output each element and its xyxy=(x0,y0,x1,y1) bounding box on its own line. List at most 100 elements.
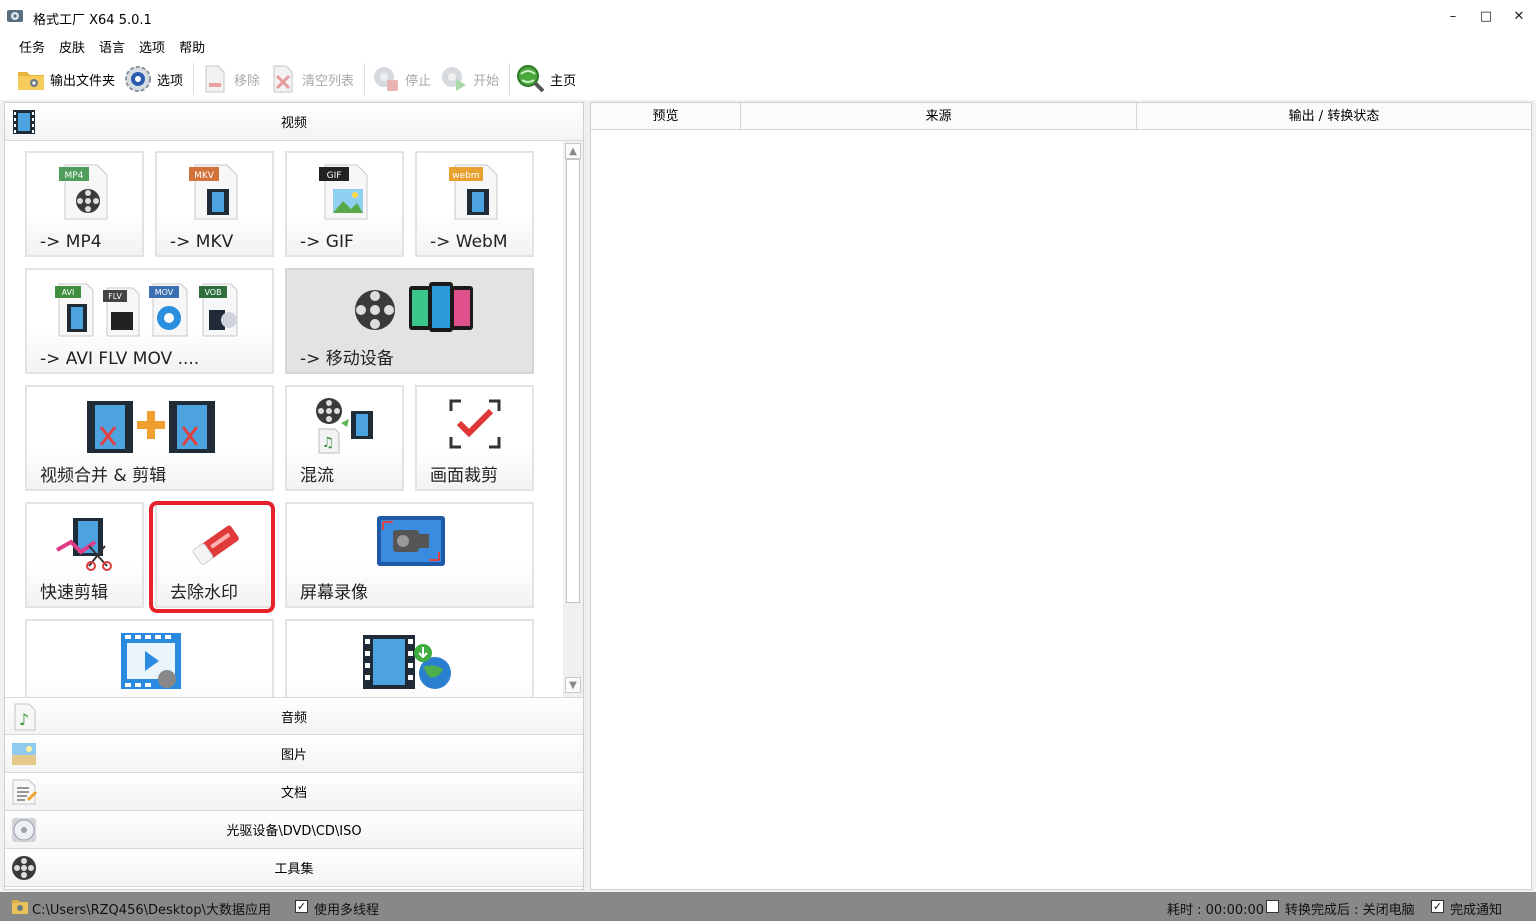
tile-quick-clip[interactable]: 快速剪辑 xyxy=(25,502,144,608)
stop-button[interactable]: 停止 xyxy=(369,61,437,97)
toolbar-separator xyxy=(193,63,195,95)
quick-clip-icon xyxy=(56,518,112,571)
video-download-icon xyxy=(363,635,451,689)
remove-doc-icon xyxy=(200,64,230,94)
remove-button[interactable]: 移除 xyxy=(198,61,266,97)
tile-crop[interactable]: 画面裁剪 xyxy=(415,385,534,491)
screen-record-icon xyxy=(377,516,445,566)
category-video-header[interactable]: 视频 xyxy=(5,103,583,141)
disc-icon xyxy=(12,818,36,842)
category-tools-header[interactable]: 工具集 xyxy=(5,849,583,887)
highlight-annotation xyxy=(149,501,275,613)
menu-bar: 任务 皮肤 语言 选项 帮助 xyxy=(0,34,1536,58)
tile-webm[interactable]: webm -> WebM xyxy=(415,151,534,257)
mobile-device-icon xyxy=(355,282,473,332)
menu-skin[interactable]: 皮肤 xyxy=(52,34,92,58)
scroll-thumb[interactable] xyxy=(566,159,580,603)
tile-gif[interactable]: GIF -> GIF xyxy=(285,151,404,257)
mux-icon: ♫ xyxy=(316,398,373,454)
category-document-label: 文档 xyxy=(280,786,307,801)
gear-icon xyxy=(123,64,153,94)
home-button[interactable]: 主页 xyxy=(514,61,582,97)
remove-label: 移除 xyxy=(234,73,261,89)
menu-options[interactable]: 选项 xyxy=(132,34,172,58)
tile-mobile-label: -> 移动设备 xyxy=(300,349,394,369)
category-disc-header[interactable]: 光驱设备\DVD\CD\ISO xyxy=(5,811,583,849)
maximize-button[interactable]: □ xyxy=(1471,6,1501,28)
tile-mobile-device[interactable]: -> 移动设备 xyxy=(285,268,534,374)
start-button[interactable]: 开始 xyxy=(437,61,505,97)
notify-label: 完成通知 xyxy=(1450,903,1503,918)
picture-icon xyxy=(12,743,36,765)
title-bar: 格式工厂 X64 5.0.1 – □ ✕ xyxy=(0,0,1536,34)
mp4-file-icon: MP4 xyxy=(59,164,108,220)
category-document-header[interactable]: 文档 xyxy=(5,773,583,811)
minimize-button[interactable]: – xyxy=(1438,6,1468,28)
start-label: 开始 xyxy=(473,73,500,89)
tools-reel-icon xyxy=(12,856,36,880)
category-image-header[interactable]: 图片 xyxy=(5,735,583,773)
mkv-file-icon: MKV xyxy=(189,164,238,220)
tools-scrollbar[interactable]: ▲ ▼ xyxy=(563,141,583,697)
app-icon xyxy=(7,10,23,22)
vob-badge-text: VOB xyxy=(204,288,221,297)
toolbar-separator xyxy=(364,63,366,95)
tile-mux[interactable]: ♫ 混流 xyxy=(285,385,404,491)
tile-crop-label: 画面裁剪 xyxy=(430,466,498,486)
tile-video-player[interactable] xyxy=(25,619,274,697)
scroll-down-arrow-icon[interactable]: ▼ xyxy=(565,677,581,693)
tile-merge-label: 视频合并 & 剪辑 xyxy=(40,466,167,486)
gif-file-icon: GIF xyxy=(319,164,368,220)
video-play-icon xyxy=(121,633,181,689)
after-done-label: 转换完成后 : 关闭电脑 xyxy=(1285,903,1415,918)
toolbar: 输出文件夹 选项 移除 清空列表 停止 开始 主页 xyxy=(0,58,1536,100)
menu-language[interactable]: 语言 xyxy=(92,34,132,58)
tile-merge-clip[interactable]: 视频合并 & 剪辑 xyxy=(25,385,274,491)
webm-badge-text: webm xyxy=(452,171,479,181)
tile-record-label: 屏幕录像 xyxy=(300,583,368,603)
globe-search-icon xyxy=(516,64,546,94)
music-file-icon: ♪ xyxy=(14,703,36,731)
folder-icon xyxy=(16,64,46,94)
clear-list-button[interactable]: 清空列表 xyxy=(266,61,360,97)
multithread-checkbox[interactable]: ✓ xyxy=(295,900,308,913)
task-list-panel[interactable]: 预览 来源 输出 / 转换状态 xyxy=(590,102,1532,890)
toolbar-separator xyxy=(509,63,511,95)
close-button[interactable]: ✕ xyxy=(1504,6,1534,28)
tile-screen-record[interactable]: 屏幕录像 xyxy=(285,502,534,608)
clear-list-label: 清空列表 xyxy=(302,73,355,89)
folder-small-icon xyxy=(12,900,28,914)
menu-help[interactable]: 帮助 xyxy=(172,34,212,58)
tile-mkv[interactable]: MKV -> MKV xyxy=(155,151,274,257)
tile-mp4[interactable]: MP4 -> MP4 xyxy=(25,151,144,257)
flv-badge-text: FLV xyxy=(108,292,122,301)
multi-format-icon: AVI FLV MOV VOB xyxy=(55,283,238,337)
column-preview[interactable]: 预览 xyxy=(591,103,741,130)
column-status[interactable]: 输出 / 转换状态 xyxy=(1137,103,1531,130)
category-image-label: 图片 xyxy=(280,748,307,763)
tile-mux-label: 混流 xyxy=(300,466,334,486)
scroll-up-arrow-icon[interactable]: ▲ xyxy=(565,143,581,159)
window-title: 格式工厂 X64 5.0.1 xyxy=(33,13,152,28)
output-path[interactable]: C:\Users\RZQ456\Desktop\大数据应用 xyxy=(32,899,271,918)
category-audio-label: 音频 xyxy=(280,710,307,726)
notify-checkbox[interactable]: ✓ xyxy=(1431,900,1444,913)
category-audio-header[interactable]: ♪ 音频 xyxy=(5,697,583,735)
after-done-checkbox[interactable] xyxy=(1266,900,1279,913)
output-folder-button[interactable]: 输出文件夹 xyxy=(14,61,121,97)
tile-webm-label: -> WebM xyxy=(430,232,508,252)
options-button[interactable]: 选项 xyxy=(121,61,189,97)
tile-video-download[interactable] xyxy=(285,619,534,697)
status-bar: C:\Users\RZQ456\Desktop\大数据应用 ✓ 使用多线程 耗时… xyxy=(0,892,1536,921)
menu-task[interactable]: 任务 xyxy=(12,34,52,58)
tile-mkv-label: -> MKV xyxy=(170,232,234,252)
column-source[interactable]: 来源 xyxy=(741,103,1137,130)
tile-quickclip-label: 快速剪辑 xyxy=(40,583,108,603)
tile-mp4-label: -> MP4 xyxy=(40,232,102,252)
crop-icon xyxy=(449,399,501,449)
tile-avi-flv-mov[interactable]: AVI FLV MOV VOB -> AVI FLV MOV .... xyxy=(25,268,274,374)
document-icon xyxy=(12,779,37,805)
stop-label: 停止 xyxy=(405,73,432,89)
start-icon xyxy=(439,64,469,94)
output-folder-label: 输出文件夹 xyxy=(50,73,116,89)
